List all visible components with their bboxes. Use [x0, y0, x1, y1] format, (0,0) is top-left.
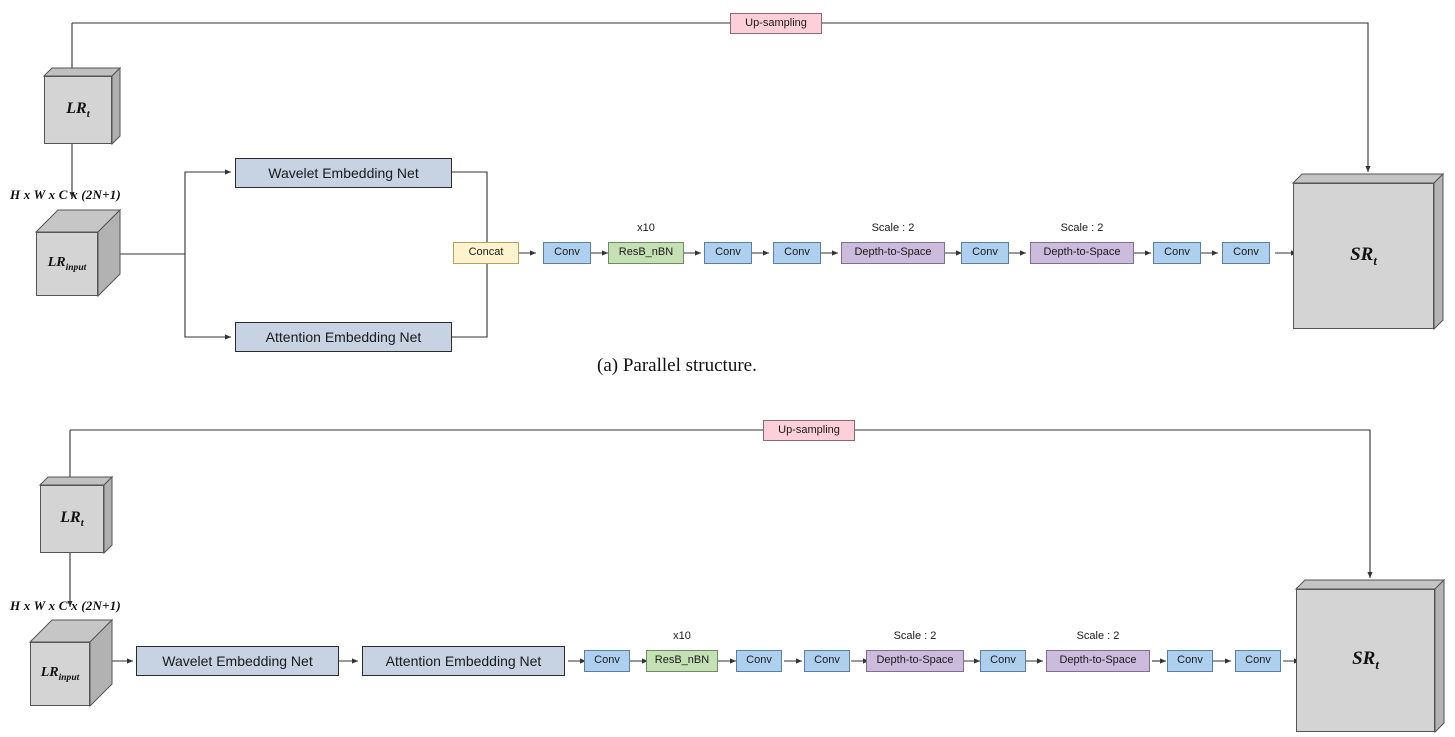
lr-input-a-label: LR — [47, 255, 66, 271]
pipeline-a-block-depth-to-space-1[interactable]: Depth-to-Space — [841, 242, 945, 264]
pipeline-b-block-conv-4[interactable]: Conv — [980, 650, 1026, 672]
pipeline-a-block-conv-5[interactable]: Conv — [1153, 242, 1201, 264]
skip-line-a-right — [822, 22, 1371, 172]
pipeline-a-block-resb[interactable]: ResB_nBN — [608, 242, 684, 264]
pipeline-a-block-conv-4[interactable]: Conv — [961, 242, 1009, 264]
lr-t-a-label: LR — [66, 99, 87, 117]
attention-embedding-net-b[interactable]: Attention Embedding Net — [362, 646, 565, 676]
pipeline-b-block-conv-6[interactable]: Conv — [1235, 650, 1281, 672]
wavelet-embedding-net-b[interactable]: Wavelet Embedding Net — [136, 646, 339, 676]
upsampling-block-b[interactable]: Up-sampling — [763, 420, 855, 441]
tensor-sr-t-b-face: SRt — [1296, 589, 1435, 732]
pipeline-b-block-depth-to-space-2[interactable]: Depth-to-Space — [1046, 650, 1150, 672]
sr-t-b-label: SR — [1352, 648, 1376, 670]
tensor-lr-input-b: LRinput — [28, 618, 114, 708]
tensor-lr-t-b: LRt — [38, 475, 114, 555]
tensor-lr-input-a-face: LRinput — [36, 232, 98, 296]
attention-to-concat-a — [452, 252, 488, 338]
pipeline-a-anno-resb: x10 — [637, 222, 655, 234]
pipeline-b-block-resb[interactable]: ResB_nBN — [646, 650, 718, 672]
branch-to-wavelet-a — [184, 169, 231, 254]
sr-t-a-label: SR — [1350, 243, 1374, 265]
wavelet-embedding-net-a[interactable]: Wavelet Embedding Net — [235, 158, 452, 188]
lr-t-b-sub: t — [80, 517, 84, 530]
pipeline-b-block-conv-5[interactable]: Conv — [1167, 650, 1213, 672]
tensor-lr-t-a: LRt — [42, 66, 122, 146]
lr-t-a-sub: t — [86, 108, 90, 121]
tensor-lr-input-a: LRinput — [34, 208, 122, 298]
dim-label-a: H x W x C x (2N+1) — [10, 187, 121, 202]
pipeline-b-block-conv-3[interactable]: Conv — [804, 650, 850, 672]
figure-caption-a: (a) Parallel structure. — [597, 355, 757, 376]
branch-to-attention-a — [184, 254, 231, 340]
tensor-lr-input-b-face: LRinput — [30, 642, 90, 706]
pipeline-a-block-conv-1[interactable]: Conv — [543, 242, 591, 264]
lr-input-a-sub: input — [65, 262, 87, 273]
pipeline-a-anno-d2s-2: Scale : 2 — [1060, 222, 1104, 234]
tensor-lr-t-b-face: LRt — [40, 485, 104, 553]
dim-label-b: H x W x C x (2N+1) — [10, 598, 121, 613]
pipeline-a-block-conv-2[interactable]: Conv — [704, 242, 752, 264]
lr-input-b-sub: input — [58, 672, 80, 683]
tensor-lr-t-a-face: LRt — [44, 76, 112, 144]
tensor-sr-t-a-face: SRt — [1293, 183, 1434, 329]
pipeline-b-block-conv-1[interactable]: Conv — [584, 650, 630, 672]
pipeline-b-anno-resb: x10 — [673, 630, 691, 642]
lr-input-b-label: LR — [40, 665, 59, 681]
pipeline-b-anno-d2s-2: Scale : 2 — [1076, 630, 1120, 642]
pipeline-b-block-depth-to-space-1[interactable]: Depth-to-Space — [866, 650, 964, 672]
pipeline-a-block-conv-3[interactable]: Conv — [773, 242, 821, 264]
lr-t-b-label: LR — [60, 508, 81, 526]
tensor-sr-t-a: SRt — [1291, 172, 1445, 331]
pipeline-a-block-concat[interactable]: Concat — [453, 242, 519, 264]
skip-line-b-right — [855, 429, 1373, 578]
pipeline-a-block-depth-to-space-2[interactable]: Depth-to-Space — [1030, 242, 1134, 264]
sr-t-b-sub: t — [1375, 656, 1379, 672]
pipeline-b-block-conv-2[interactable]: Conv — [736, 650, 782, 672]
pipeline-a-block-conv-6[interactable]: Conv — [1222, 242, 1270, 264]
pipeline-a-anno-d2s-1: Scale : 2 — [871, 222, 915, 234]
wavelet-to-concat-a — [452, 171, 488, 252]
upsampling-block-a[interactable]: Up-sampling — [730, 13, 822, 34]
sr-t-a-sub: t — [1373, 252, 1377, 268]
pipeline-b-anno-d2s-1: Scale : 2 — [893, 630, 937, 642]
tensor-sr-t-b: SRt — [1294, 578, 1446, 734]
figure-canvas: LRt H x W x C x (2N+1) LRinput Up-sampli… — [0, 0, 1455, 737]
attention-embedding-net-a[interactable]: Attention Embedding Net — [235, 322, 452, 352]
